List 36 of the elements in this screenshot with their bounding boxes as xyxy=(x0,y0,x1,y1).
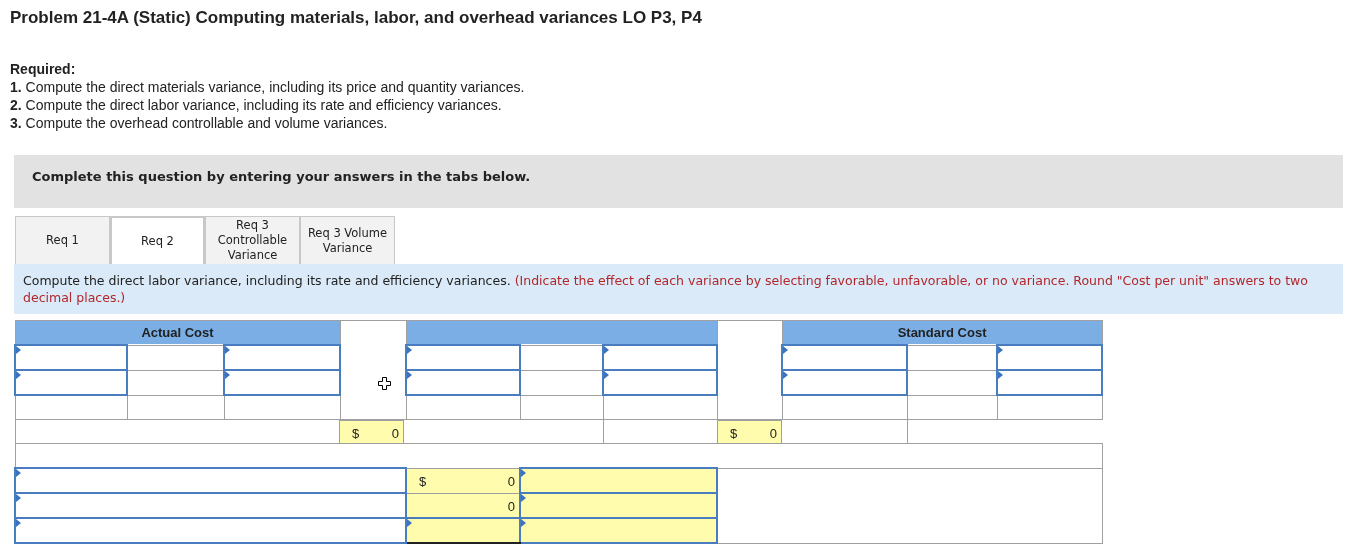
required-label: Required: xyxy=(10,60,77,78)
dropdown-field[interactable] xyxy=(603,345,718,370)
requirement-text: 3. Compute the overhead controllable and volume variances. xyxy=(10,114,389,132)
dropdown-field[interactable] xyxy=(406,370,520,395)
dropdown-field[interactable] xyxy=(15,468,406,493)
dropdown-field[interactable] xyxy=(15,518,406,543)
dropdown-field[interactable] xyxy=(997,370,1103,395)
problem-title: Problem 21-4A (Static) Computing materials, labor, and overhead variances LO P3, P4 xyxy=(10,8,703,28)
requirement-tab[interactable]: Req 3 Volume Variance xyxy=(300,216,395,264)
total-cell: $ 0 xyxy=(339,420,404,444)
prompt-text: Compute the direct labor variance, including its rate and efficiency variances. (Indicate the effect of each variance by selecting favorable, unfavorable, or no variance. Round "Cost per unit" answers to two decimal places.) xyxy=(23,273,1308,305)
dropdown-field[interactable] xyxy=(520,493,718,518)
requirement-text: 1. Compute the direct materials variance, including its price and quantity variances. xyxy=(10,78,526,96)
dropdown-field[interactable] xyxy=(15,345,127,370)
dropdown-field[interactable] xyxy=(997,345,1103,370)
requirement-tab[interactable]: Req 1 xyxy=(15,216,110,264)
requirement-text: 2. Compute the direct labor variance, including its rate and efficiency variances. xyxy=(10,96,503,114)
dropdown-field[interactable] xyxy=(406,518,520,543)
dropdown-field[interactable] xyxy=(15,493,406,518)
total-cell: $ 0 xyxy=(717,420,782,444)
dropdown-field[interactable] xyxy=(520,518,718,543)
dropdown-field[interactable] xyxy=(406,345,520,370)
dropdown-field[interactable] xyxy=(782,345,908,370)
dropdown-field[interactable] xyxy=(782,370,908,395)
cursor-icon xyxy=(378,377,391,390)
dropdown-field[interactable] xyxy=(15,370,127,395)
total-cell: $ 0 xyxy=(406,468,520,493)
dropdown-field[interactable] xyxy=(520,468,718,493)
requirement-tab[interactable]: Req 3 Controllable Variance xyxy=(205,216,300,264)
requirement-tab[interactable]: Req 2 xyxy=(110,216,205,264)
dropdown-field[interactable] xyxy=(224,345,340,370)
column-header: Standard Cost xyxy=(782,320,1103,345)
dropdown-field[interactable] xyxy=(603,370,718,395)
dropdown-field[interactable] xyxy=(224,370,340,395)
column-header: Actual Cost xyxy=(15,320,340,345)
instruction-banner: Complete this question by entering your answers in the tabs below. xyxy=(14,155,1343,208)
